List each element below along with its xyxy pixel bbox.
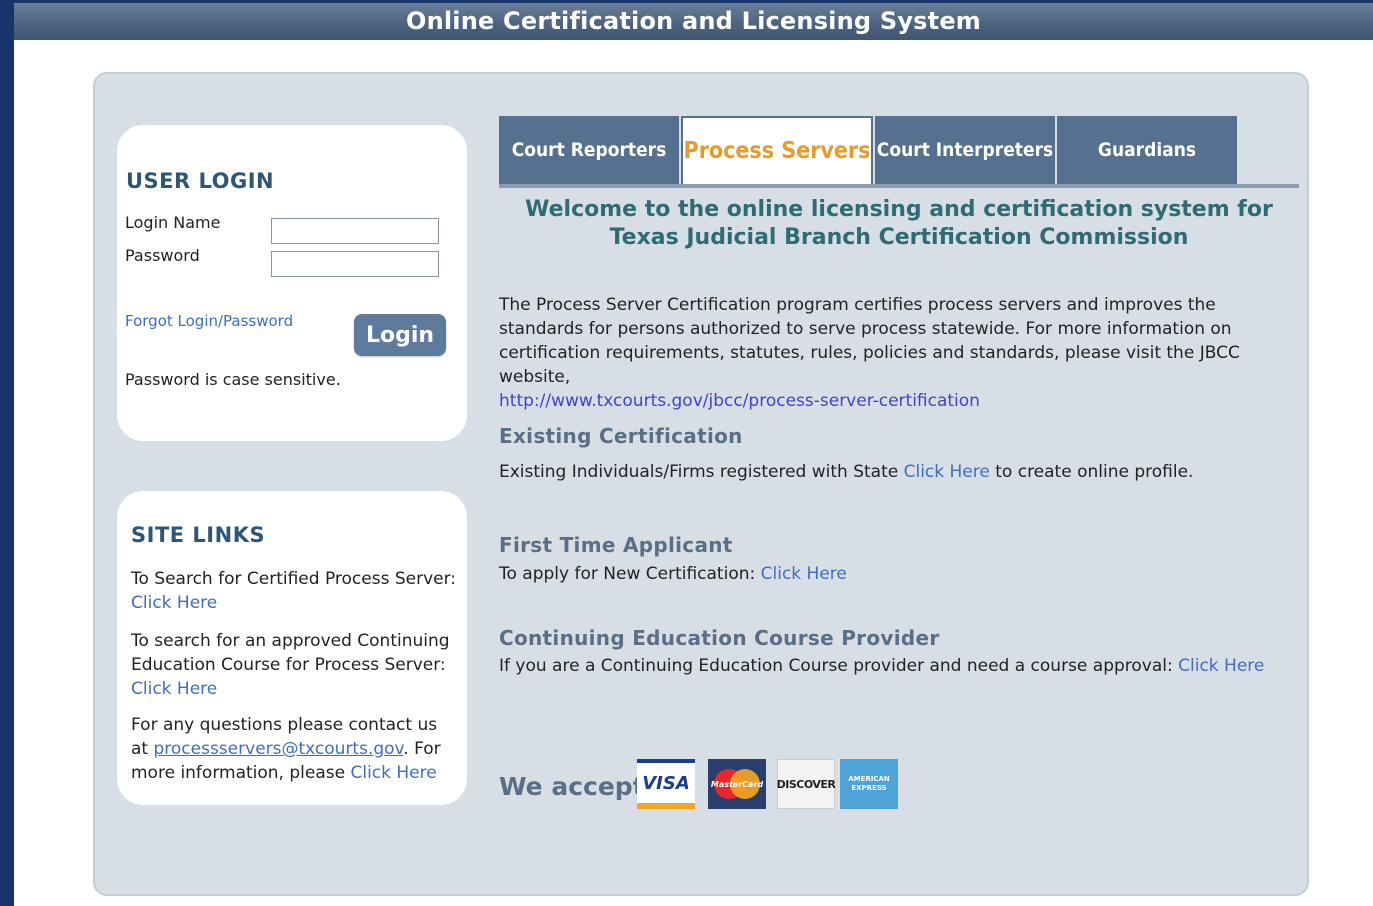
- page-title: Online Certification and Licensing Syste…: [405, 7, 982, 35]
- visa-card-text: VISA: [642, 772, 690, 794]
- discover-card-text: DISCOVER: [776, 777, 836, 791]
- search-server-item: To Search for Certified Process Server: …: [131, 567, 457, 615]
- ce-provider-text: If you are a Continuing Education Course…: [499, 656, 1264, 676]
- tab-court-reporters[interactable]: Court Reporters: [499, 116, 679, 184]
- search-course-text: To search for an approved Continuing Edu…: [131, 631, 450, 675]
- login-name-input[interactable]: [271, 218, 439, 244]
- user-login-heading: USER LOGIN: [126, 169, 275, 193]
- forgot-login-link[interactable]: Forgot Login/Password: [125, 312, 293, 330]
- search-course-link[interactable]: Click Here: [131, 679, 217, 699]
- search-server-link[interactable]: Click Here: [131, 593, 217, 613]
- first-time-click-here-link[interactable]: Click Here: [761, 564, 847, 584]
- password-label: Password: [125, 246, 200, 265]
- existing-click-here-link[interactable]: Click Here: [904, 462, 990, 482]
- discover-card-icon: DISCOVER: [776, 759, 836, 809]
- login-button[interactable]: Login: [354, 314, 446, 356]
- login-name-label: Login Name: [125, 213, 221, 232]
- password-input[interactable]: [271, 251, 439, 277]
- jbcc-website-link[interactable]: http://www.txcourts.gov/jbcc/process-ser…: [499, 391, 980, 411]
- existing-certification-heading: Existing Certification: [499, 424, 743, 448]
- left-edge-stripe: [0, 0, 14, 906]
- amex-card-text: AMERICAN EXPRESS: [848, 775, 890, 792]
- first-time-text: To apply for New Certification:: [499, 564, 761, 584]
- existing-certification-text: Existing Individuals/Firms registered wi…: [499, 462, 1193, 482]
- user-login-box: USER LOGIN Login Name Password Forgot Lo…: [117, 125, 467, 441]
- ce-provider-heading: Continuing Education Course Provider: [499, 626, 940, 650]
- first-time-applicant-heading: First Time Applicant: [499, 533, 733, 557]
- tab-underline: [499, 184, 1299, 188]
- password-case-note: Password is case sensitive.: [125, 370, 341, 389]
- existing-text-before: Existing Individuals/Firms registered wi…: [499, 462, 904, 482]
- we-accept-label: We accept:: [499, 772, 655, 801]
- ce-provider-text-body: If you are a Continuing Education Course…: [499, 656, 1179, 676]
- existing-text-after: to create online profile.: [989, 462, 1194, 482]
- search-server-text: To Search for Certified Process Server:: [131, 569, 457, 589]
- welcome-heading: Welcome to the online licensing and cert…: [525, 197, 1273, 250]
- mastercard-card-icon: MasterCard: [708, 759, 766, 809]
- mastercard-card-text: MasterCard: [710, 779, 764, 789]
- contact-email-link[interactable]: processservers@txcourts.gov: [154, 739, 404, 759]
- tab-process-servers[interactable]: Process Servers: [681, 116, 873, 184]
- tab-court-interpreters[interactable]: Court Interpreters: [875, 116, 1055, 184]
- ce-provider-click-here-link[interactable]: Click Here: [1178, 656, 1264, 676]
- site-links-box: SITE LINKS To Search for Certified Proce…: [117, 491, 467, 805]
- search-course-item: To search for an approved Continuing Edu…: [131, 629, 457, 701]
- amex-card-icon: AMERICAN EXPRESS: [840, 759, 898, 809]
- intro-text: The Process Server Certification program…: [499, 295, 1240, 387]
- tab-guardians[interactable]: Guardians: [1057, 116, 1237, 184]
- first-time-applicant-text: To apply for New Certification: Click He…: [499, 564, 847, 584]
- more-info-link[interactable]: Click Here: [350, 763, 436, 783]
- site-links-heading: SITE LINKS: [131, 523, 266, 547]
- intro-paragraph: The Process Server Certification program…: [499, 293, 1299, 413]
- contact-item: For any questions please contact us at p…: [131, 713, 457, 785]
- header-bar: Online Certification and Licensing Syste…: [14, 0, 1373, 40]
- visa-card-icon: VISA: [637, 759, 695, 809]
